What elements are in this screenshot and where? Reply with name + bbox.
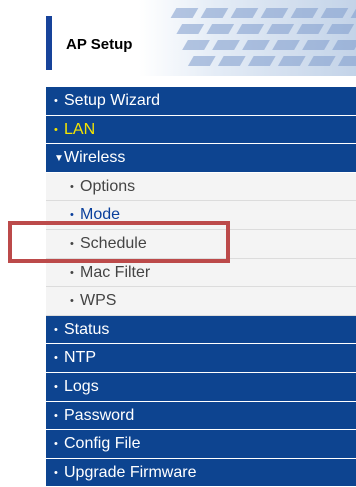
submenu-item-label: Mac Filter xyxy=(80,263,151,281)
header-accent-bar xyxy=(46,16,52,70)
menu-item-label: Logs xyxy=(64,377,99,395)
menu-item-label: Status xyxy=(64,320,110,338)
submenu-item-label: WPS xyxy=(80,292,117,310)
bullet-icon: • xyxy=(54,95,58,107)
menu-item-ntp[interactable]: • NTP xyxy=(46,344,356,373)
bullet-icon: • xyxy=(54,352,58,365)
menu-item-status[interactable]: • Status xyxy=(46,315,356,345)
menu-item-config-file[interactable]: • Config File xyxy=(46,430,356,459)
expanded-arrow-icon: ▼ xyxy=(54,153,64,165)
menu-item-password[interactable]: • Password xyxy=(46,401,356,431)
bullet-icon: • xyxy=(54,438,58,451)
submenu-item-options[interactable]: • Options xyxy=(46,172,356,202)
bullet-icon: • xyxy=(54,466,58,479)
menu-item-label: Upgrade Firmware xyxy=(64,463,197,481)
menu-item-setup-wizard[interactable]: • Setup Wizard xyxy=(46,87,356,116)
bullet-icon: • xyxy=(70,295,74,308)
submenu-item-wps[interactable]: • WPS xyxy=(46,287,356,316)
bullet-icon: • xyxy=(54,323,58,336)
menu-item-logs[interactable]: • Logs xyxy=(46,372,356,402)
menu-item-label: LAN xyxy=(64,120,96,138)
menu-item-label: Password xyxy=(64,406,135,424)
page-title: AP Setup xyxy=(66,36,133,53)
menu-item-label: Wireless xyxy=(64,149,126,167)
menu-item-label: Config File xyxy=(64,435,141,453)
bullet-icon: • xyxy=(54,123,58,136)
menu-item-label: NTP xyxy=(64,349,96,367)
sidebar-menu: • Setup Wizard • LAN ▼Wireless • Options • M… xyxy=(46,87,356,487)
keyboard-graphic xyxy=(170,8,356,66)
annotation-highlight-box xyxy=(8,221,230,263)
bullet-icon: • xyxy=(70,266,74,279)
bullet-icon: • xyxy=(54,380,58,393)
menu-item-lan[interactable]: • LAN xyxy=(46,115,356,145)
submenu-item-label: Options xyxy=(80,177,136,195)
menu-item-label: Setup Wizard xyxy=(64,92,161,109)
header-banner: AP Setup xyxy=(46,0,356,76)
menu-item-upgrade-firmware[interactable]: • Upgrade Firmware xyxy=(46,458,356,487)
menu-item-wireless[interactable]: ▼Wireless xyxy=(46,144,356,173)
bullet-icon: • xyxy=(54,409,58,422)
bullet-icon: • xyxy=(70,180,74,193)
